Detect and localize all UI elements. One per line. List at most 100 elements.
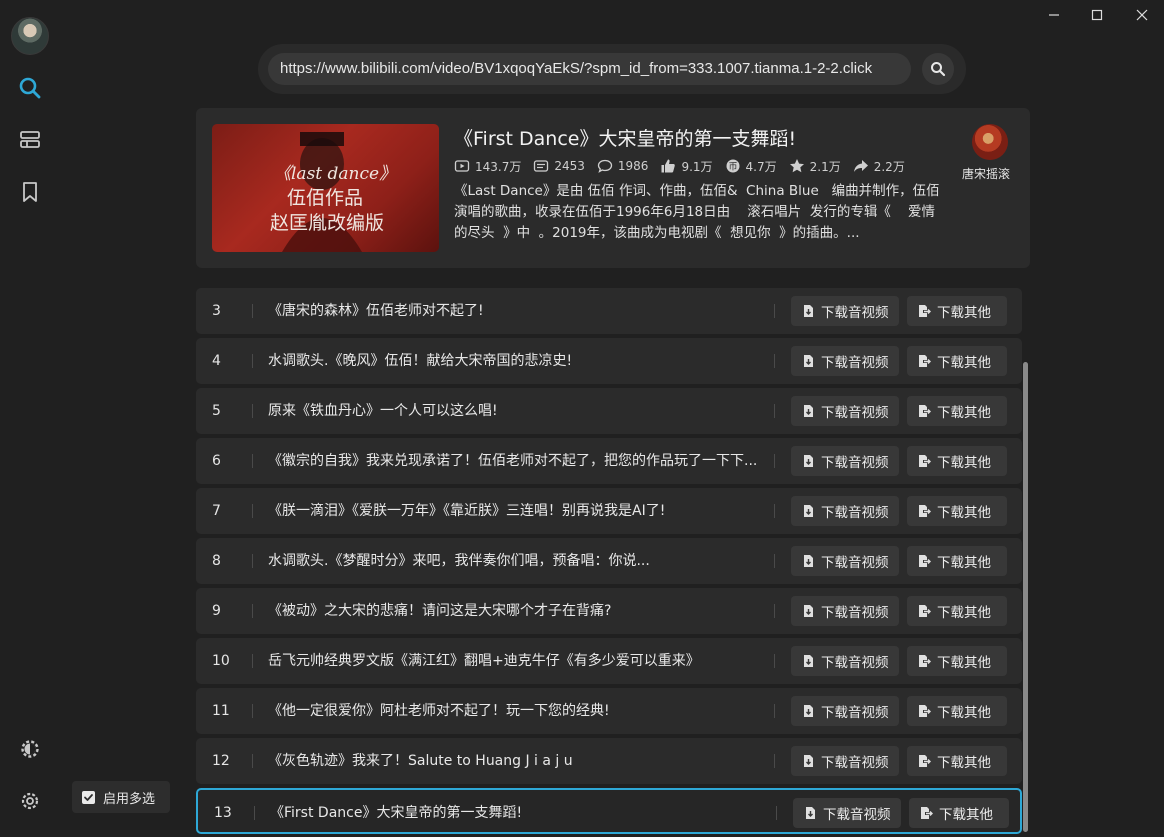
share-icon xyxy=(853,160,868,172)
episode-row[interactable]: 5 原来《铁血丹心》一个人可以这么唱! 下载音视频 下载其他 xyxy=(196,388,1022,434)
check-icon xyxy=(84,793,93,801)
episode-row[interactable]: 12 《灰色轨迹》我来了！Salute to Huang J i a j u 下载音… xyxy=(196,738,1022,784)
download-other-label: 下载其他 xyxy=(937,305,991,321)
download-other-button[interactable]: 下载其他 xyxy=(907,346,1007,376)
bookmark-icon[interactable] xyxy=(17,179,43,205)
export-icon xyxy=(919,755,931,767)
download-icon xyxy=(804,555,813,567)
episode-row[interactable]: 6 《徽宗的自我》我来兑现承诺了！伍佰老师对不起了，把您的作品玩了一下下... 下载… xyxy=(196,438,1022,484)
multiselect-toggle[interactable]: 启用多选 xyxy=(72,781,170,813)
episode-row[interactable]: 9 《被动》之大宋的悲痛！请问这是大宋哪个才子在背痛? 下载音视频 下载其他 xyxy=(196,588,1022,634)
download-other-button[interactable]: 下载其他 xyxy=(907,446,1007,476)
divider xyxy=(252,354,253,368)
divider xyxy=(774,304,775,318)
download-av-label: 下载音视频 xyxy=(821,555,889,571)
download-icon xyxy=(806,807,815,819)
video-description: 《Last Dance》是由 伍佰 作词、作曲，伍佰& China Blue 编… xyxy=(454,183,940,241)
coins-stat: 币 4.7万 xyxy=(725,158,777,175)
search-icon xyxy=(931,62,946,77)
episode-title: 原来《铁血丹心》一个人可以这么唱! xyxy=(268,403,498,419)
download-other-label: 下载其他 xyxy=(937,405,991,421)
download-av-button[interactable]: 下载音视频 xyxy=(791,446,899,476)
download-av-button[interactable]: 下载音视频 xyxy=(793,798,901,828)
export-icon xyxy=(919,605,931,617)
download-av-button[interactable]: 下载音视频 xyxy=(791,546,899,576)
list-scrollbar[interactable] xyxy=(1023,362,1028,832)
download-other-label: 下载其他 xyxy=(937,555,991,571)
episode-row[interactable]: 3 《唐宋的森林》伍佰老师对不起了! 下载音视频 下载其他 xyxy=(196,288,1022,334)
download-other-button[interactable]: 下载其他 xyxy=(907,296,1007,326)
multiselect-checkbox[interactable] xyxy=(82,790,95,804)
download-av-button[interactable]: 下载音视频 xyxy=(791,596,899,626)
download-av-label: 下载音视频 xyxy=(821,405,889,421)
download-other-button[interactable]: 下载其他 xyxy=(907,496,1007,526)
episode-row[interactable]: 10 岳飞元帅经典罗文版《满江红》翻唱+迪克牛仔《有多少爱可以重来》 下载音视频 下载… xyxy=(196,638,1022,684)
shares-stat: 2.2万 xyxy=(853,158,905,175)
close-icon[interactable] xyxy=(1128,4,1156,26)
download-other-label: 下载其他 xyxy=(937,355,991,371)
download-icon xyxy=(804,505,813,517)
episode-number: 7 xyxy=(212,503,221,519)
download-other-button[interactable]: 下载其他 xyxy=(907,546,1007,576)
download-av-label: 下载音视频 xyxy=(821,705,889,721)
divider xyxy=(774,604,775,618)
download-other-button[interactable]: 下载其他 xyxy=(907,696,1007,726)
episode-row[interactable]: 11 《他一定很爱你》阿杜老师对不起了！玩一下您的经典! 下载音视频 下载其他 xyxy=(196,688,1022,734)
download-av-button[interactable]: 下载音视频 xyxy=(791,746,899,776)
download-av-button[interactable]: 下载音视频 xyxy=(791,496,899,526)
download-av-button[interactable]: 下载音视频 xyxy=(791,396,899,426)
download-icon xyxy=(804,355,813,367)
divider xyxy=(252,554,253,568)
episode-title: 《First Dance》大宋皇帝的第一支舞蹈! xyxy=(270,805,523,821)
export-icon xyxy=(921,807,933,819)
uploader-avatar[interactable] xyxy=(972,124,1008,160)
divider xyxy=(252,304,253,318)
maximize-icon[interactable] xyxy=(1083,4,1111,26)
export-icon xyxy=(919,655,931,667)
divider xyxy=(254,806,255,820)
download-icon xyxy=(804,605,813,617)
download-other-label: 下载其他 xyxy=(939,807,993,823)
episode-number: 11 xyxy=(212,703,230,719)
episode-row[interactable]: 8 水调歌头.《梦醒时分》来吧，我伴奏你们唱，预备唱：你说... 下载音视频 下载其他 xyxy=(196,538,1022,584)
theme-gear-icon[interactable] xyxy=(17,736,43,762)
download-other-button[interactable]: 下载其他 xyxy=(909,798,1009,828)
divider xyxy=(252,604,253,618)
episode-row[interactable]: 4 水调歌头.《晚风》伍佰！献给大宋帝国的悲凉史! 下载音视频 下载其他 xyxy=(196,338,1022,384)
svg-text:币: 币 xyxy=(728,162,737,173)
export-icon xyxy=(919,505,931,517)
download-other-button[interactable]: 下载其他 xyxy=(907,396,1007,426)
video-stats: 143.7万 2453 1986 9.1万 币 4.7万 2.1万 2.2万 xyxy=(454,157,917,175)
divider xyxy=(776,806,777,820)
user-avatar[interactable] xyxy=(11,17,49,55)
comment-icon xyxy=(597,159,613,173)
list-icon[interactable] xyxy=(17,127,43,153)
url-input[interactable] xyxy=(268,53,911,85)
minimize-icon[interactable] xyxy=(1040,4,1068,26)
divider xyxy=(774,704,775,718)
download-other-button[interactable]: 下载其他 xyxy=(907,646,1007,676)
episode-title: 水调歌头.《晚风》伍佰！献给大宋帝国的悲凉史! xyxy=(268,353,573,369)
divider xyxy=(252,404,253,418)
download-other-button[interactable]: 下载其他 xyxy=(907,746,1007,776)
download-other-button[interactable]: 下载其他 xyxy=(907,596,1007,626)
export-icon xyxy=(919,455,931,467)
download-av-button[interactable]: 下载音视频 xyxy=(791,696,899,726)
gear-icon[interactable] xyxy=(17,788,43,814)
search-icon[interactable] xyxy=(17,75,43,101)
download-other-label: 下载其他 xyxy=(937,605,991,621)
download-av-button[interactable]: 下载音视频 xyxy=(791,346,899,376)
download-av-button[interactable]: 下载音视频 xyxy=(791,646,899,676)
video-thumbnail[interactable]: 《last dance》 伍佰作品 赵匡胤改编版 xyxy=(212,124,439,252)
download-av-label: 下载音视频 xyxy=(823,807,891,823)
download-av-label: 下载音视频 xyxy=(821,455,889,471)
uploader-name[interactable]: 唐宋摇滚 xyxy=(962,165,1010,182)
download-av-label: 下载音视频 xyxy=(821,605,889,621)
episode-row[interactable]: 7 《朕一滴泪》《爱朕一万年》《靠近朕》三连唱！别再说我是AI了! 下载音视频 下载其… xyxy=(196,488,1022,534)
thumbnail-text-2: 伍佰作品 xyxy=(287,187,363,209)
episode-row[interactable]: 13 《First Dance》大宋皇帝的第一支舞蹈! 下载音视频 下载其他 xyxy=(196,788,1022,834)
download-av-label: 下载音视频 xyxy=(821,655,889,671)
download-av-button[interactable]: 下载音视频 xyxy=(791,296,899,326)
multiselect-label: 启用多选 xyxy=(103,791,156,807)
search-button[interactable] xyxy=(922,53,954,85)
